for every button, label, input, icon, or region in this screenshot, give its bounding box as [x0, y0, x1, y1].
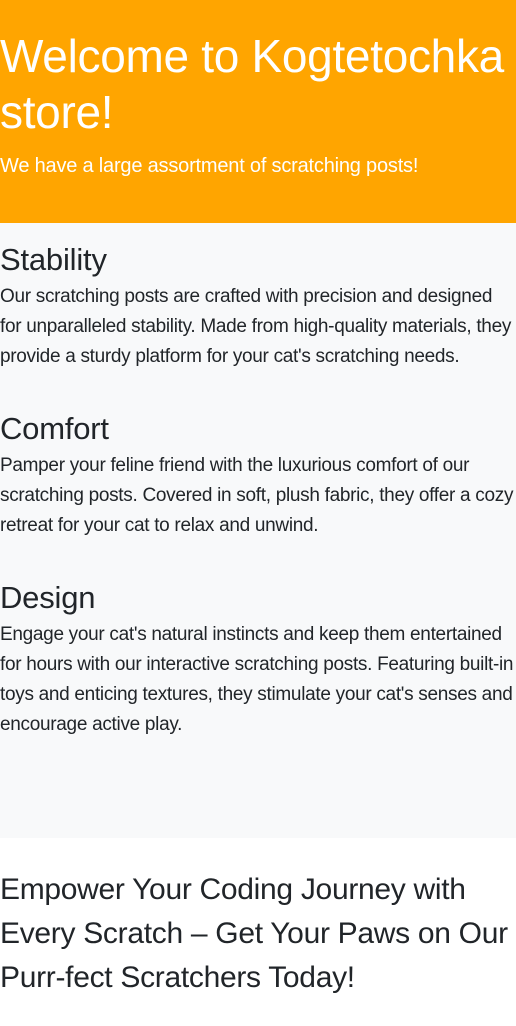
cta-heading: Empower Your Coding Journey with Every S…	[0, 873, 508, 994]
hero-subtitle: We have a large assortment of scratching…	[0, 155, 419, 177]
feature-title: Design	[0, 580, 96, 615]
feature-comfort: Comfort Pamper your feline friend with t…	[0, 409, 516, 541]
feature-stability: Stability Our scratching posts are craft…	[0, 240, 516, 372]
feature-text: Engage your cat's natural instincts and …	[0, 624, 514, 735]
hero-title: Welcome to Kogtetochka store!	[0, 30, 504, 138]
call-to-action: Empower Your Coding Journey with Every S…	[0, 838, 516, 1000]
hero-banner: Welcome to Kogtetochka store! We have a …	[0, 0, 516, 223]
feature-text: Pamper your feline friend with the luxur…	[0, 455, 514, 536]
feature-title: Stability	[0, 242, 107, 277]
feature-title: Comfort	[0, 411, 109, 446]
feature-design: Design Engage your cat's natural instinc…	[0, 578, 516, 740]
feature-text: Our scratching posts are crafted with pr…	[0, 286, 512, 367]
features-section: Stability Our scratching posts are craft…	[0, 223, 516, 838]
